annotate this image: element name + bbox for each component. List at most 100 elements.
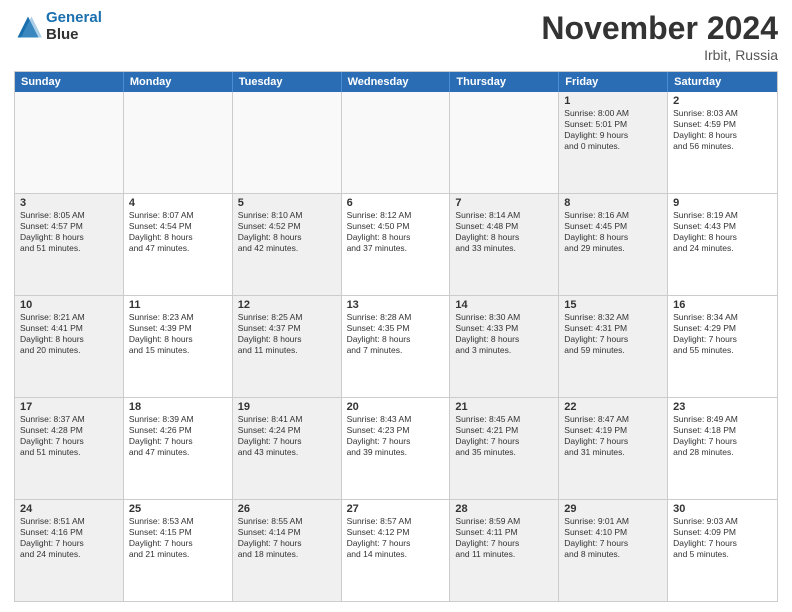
calendar-body: 1Sunrise: 8:00 AM Sunset: 5:01 PM Daylig… [15,92,777,601]
day-number: 29 [564,503,662,515]
day-number: 5 [238,197,336,209]
header-tuesday: Tuesday [233,72,342,92]
cell-2-1: 11Sunrise: 8:23 AM Sunset: 4:39 PM Dayli… [124,296,233,397]
cell-info: Sunrise: 8:57 AM Sunset: 4:12 PM Dayligh… [347,516,445,560]
cell-info: Sunrise: 8:53 AM Sunset: 4:15 PM Dayligh… [129,516,227,560]
cell-info: Sunrise: 8:51 AM Sunset: 4:16 PM Dayligh… [20,516,118,560]
day-number: 3 [20,197,118,209]
cell-4-1: 25Sunrise: 8:53 AM Sunset: 4:15 PM Dayli… [124,500,233,601]
cell-info: Sunrise: 8:14 AM Sunset: 4:48 PM Dayligh… [455,210,553,254]
header-saturday: Saturday [668,72,777,92]
calendar-header: Sunday Monday Tuesday Wednesday Thursday… [15,72,777,92]
cell-1-4: 7Sunrise: 8:14 AM Sunset: 4:48 PM Daylig… [450,194,559,295]
cell-info: Sunrise: 8:32 AM Sunset: 4:31 PM Dayligh… [564,312,662,356]
week-row-0: 1Sunrise: 8:00 AM Sunset: 5:01 PM Daylig… [15,92,777,193]
cell-info: Sunrise: 8:43 AM Sunset: 4:23 PM Dayligh… [347,414,445,458]
month-title: November 2024 [541,10,778,47]
cell-2-4: 14Sunrise: 8:30 AM Sunset: 4:33 PM Dayli… [450,296,559,397]
cell-1-2: 5Sunrise: 8:10 AM Sunset: 4:52 PM Daylig… [233,194,342,295]
cell-info: Sunrise: 8:55 AM Sunset: 4:14 PM Dayligh… [238,516,336,560]
cell-1-3: 6Sunrise: 8:12 AM Sunset: 4:50 PM Daylig… [342,194,451,295]
cell-info: Sunrise: 8:19 AM Sunset: 4:43 PM Dayligh… [673,210,772,254]
day-number: 14 [455,299,553,311]
cell-info: Sunrise: 8:39 AM Sunset: 4:26 PM Dayligh… [129,414,227,458]
cell-3-3: 20Sunrise: 8:43 AM Sunset: 4:23 PM Dayli… [342,398,451,499]
day-number: 11 [129,299,227,311]
cell-3-2: 19Sunrise: 8:41 AM Sunset: 4:24 PM Dayli… [233,398,342,499]
cell-0-4 [450,92,559,193]
cell-3-0: 17Sunrise: 8:37 AM Sunset: 4:28 PM Dayli… [15,398,124,499]
calendar: Sunday Monday Tuesday Wednesday Thursday… [14,71,778,602]
day-number: 6 [347,197,445,209]
day-number: 20 [347,401,445,413]
cell-info: Sunrise: 8:23 AM Sunset: 4:39 PM Dayligh… [129,312,227,356]
cell-0-2 [233,92,342,193]
header-friday: Friday [559,72,668,92]
cell-0-6: 2Sunrise: 8:03 AM Sunset: 4:59 PM Daylig… [668,92,777,193]
header: General Blue November 2024 Irbit, Russia [14,10,778,63]
cell-info: Sunrise: 8:34 AM Sunset: 4:29 PM Dayligh… [673,312,772,356]
day-number: 13 [347,299,445,311]
cell-info: Sunrise: 8:59 AM Sunset: 4:11 PM Dayligh… [455,516,553,560]
cell-1-6: 9Sunrise: 8:19 AM Sunset: 4:43 PM Daylig… [668,194,777,295]
day-number: 2 [673,95,772,107]
cell-0-0 [15,92,124,193]
logo-text-line2: Blue [46,27,102,44]
day-number: 8 [564,197,662,209]
cell-2-0: 10Sunrise: 8:21 AM Sunset: 4:41 PM Dayli… [15,296,124,397]
logo-text-line1: General [46,10,102,27]
cell-3-1: 18Sunrise: 8:39 AM Sunset: 4:26 PM Dayli… [124,398,233,499]
day-number: 25 [129,503,227,515]
cell-info: Sunrise: 8:03 AM Sunset: 4:59 PM Dayligh… [673,108,772,152]
cell-info: Sunrise: 8:30 AM Sunset: 4:33 PM Dayligh… [455,312,553,356]
header-monday: Monday [124,72,233,92]
cell-1-5: 8Sunrise: 8:16 AM Sunset: 4:45 PM Daylig… [559,194,668,295]
day-number: 4 [129,197,227,209]
cell-1-0: 3Sunrise: 8:05 AM Sunset: 4:57 PM Daylig… [15,194,124,295]
cell-3-6: 23Sunrise: 8:49 AM Sunset: 4:18 PM Dayli… [668,398,777,499]
week-row-3: 17Sunrise: 8:37 AM Sunset: 4:28 PM Dayli… [15,397,777,499]
header-thursday: Thursday [450,72,559,92]
cell-4-4: 28Sunrise: 8:59 AM Sunset: 4:11 PM Dayli… [450,500,559,601]
header-sunday: Sunday [15,72,124,92]
cell-4-5: 29Sunrise: 9:01 AM Sunset: 4:10 PM Dayli… [559,500,668,601]
day-number: 24 [20,503,118,515]
cell-info: Sunrise: 8:05 AM Sunset: 4:57 PM Dayligh… [20,210,118,254]
week-row-2: 10Sunrise: 8:21 AM Sunset: 4:41 PM Dayli… [15,295,777,397]
week-row-4: 24Sunrise: 8:51 AM Sunset: 4:16 PM Dayli… [15,499,777,601]
day-number: 17 [20,401,118,413]
cell-2-2: 12Sunrise: 8:25 AM Sunset: 4:37 PM Dayli… [233,296,342,397]
cell-4-0: 24Sunrise: 8:51 AM Sunset: 4:16 PM Dayli… [15,500,124,601]
cell-2-6: 16Sunrise: 8:34 AM Sunset: 4:29 PM Dayli… [668,296,777,397]
cell-0-5: 1Sunrise: 8:00 AM Sunset: 5:01 PM Daylig… [559,92,668,193]
cell-4-6: 30Sunrise: 9:03 AM Sunset: 4:09 PM Dayli… [668,500,777,601]
cell-2-5: 15Sunrise: 8:32 AM Sunset: 4:31 PM Dayli… [559,296,668,397]
cell-info: Sunrise: 8:16 AM Sunset: 4:45 PM Dayligh… [564,210,662,254]
day-number: 19 [238,401,336,413]
cell-info: Sunrise: 8:28 AM Sunset: 4:35 PM Dayligh… [347,312,445,356]
cell-2-3: 13Sunrise: 8:28 AM Sunset: 4:35 PM Dayli… [342,296,451,397]
week-row-1: 3Sunrise: 8:05 AM Sunset: 4:57 PM Daylig… [15,193,777,295]
day-number: 23 [673,401,772,413]
day-number: 1 [564,95,662,107]
cell-info: Sunrise: 9:01 AM Sunset: 4:10 PM Dayligh… [564,516,662,560]
day-number: 30 [673,503,772,515]
cell-info: Sunrise: 8:00 AM Sunset: 5:01 PM Dayligh… [564,108,662,152]
day-number: 9 [673,197,772,209]
cell-3-5: 22Sunrise: 8:47 AM Sunset: 4:19 PM Dayli… [559,398,668,499]
cell-4-3: 27Sunrise: 8:57 AM Sunset: 4:12 PM Dayli… [342,500,451,601]
cell-1-1: 4Sunrise: 8:07 AM Sunset: 4:54 PM Daylig… [124,194,233,295]
cell-info: Sunrise: 8:45 AM Sunset: 4:21 PM Dayligh… [455,414,553,458]
day-number: 7 [455,197,553,209]
cell-info: Sunrise: 8:47 AM Sunset: 4:19 PM Dayligh… [564,414,662,458]
day-number: 12 [238,299,336,311]
day-number: 10 [20,299,118,311]
cell-0-1 [124,92,233,193]
day-number: 22 [564,401,662,413]
cell-info: Sunrise: 8:10 AM Sunset: 4:52 PM Dayligh… [238,210,336,254]
cell-0-3 [342,92,451,193]
logo-icon [14,13,42,41]
cell-info: Sunrise: 8:49 AM Sunset: 4:18 PM Dayligh… [673,414,772,458]
logo: General Blue [14,10,102,43]
cell-info: Sunrise: 8:12 AM Sunset: 4:50 PM Dayligh… [347,210,445,254]
